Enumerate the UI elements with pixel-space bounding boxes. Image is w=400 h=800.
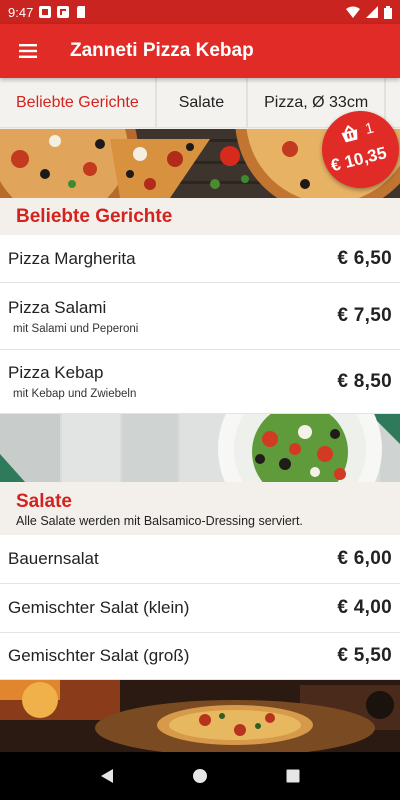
system-nav-bar — [0, 752, 400, 800]
status-bar: 9:47 — [0, 0, 400, 24]
menu-item[interactable]: Bauernsalat € 6,00 — [0, 535, 400, 584]
home-icon[interactable] — [192, 768, 208, 784]
item-text: Pizza Margherita — [8, 249, 136, 269]
signal-icon — [366, 6, 378, 18]
menu-item[interactable]: Pizza Margherita € 6,50 — [0, 235, 400, 283]
recents-icon[interactable] — [285, 768, 301, 784]
app-title: Zanneti Pizza Kebap — [70, 40, 254, 61]
section-title: Salate — [16, 491, 72, 512]
item-name: Pizza Salami — [8, 297, 107, 317]
item-price: € 4,00 — [337, 597, 392, 618]
cellular-app-icon — [39, 6, 52, 18]
menu-button[interactable] — [0, 24, 56, 78]
cart-icon — [341, 124, 358, 143]
menu-item[interactable]: Gemischter Salat (klein) € 4,00 — [0, 584, 400, 633]
app-bar: Zanneti Pizza Kebap — [0, 24, 400, 78]
item-description: mit Kebap und Zwiebeln — [13, 388, 137, 400]
menu-item[interactable]: Pizza Salami mit Salami und Peperoni € 7… — [0, 283, 400, 350]
menu-icon — [19, 44, 37, 58]
cart-count: 1 — [363, 119, 376, 138]
cart-total: € 10,35 — [328, 143, 389, 176]
item-price: € 6,50 — [337, 247, 392, 269]
sd-card-icon — [77, 6, 86, 18]
item-name: Gemischter Salat (klein) — [8, 598, 190, 617]
flipboard-icon — [57, 6, 70, 18]
item-name: Pizza Margherita — [8, 248, 136, 268]
pizza-oven-banner-image — [0, 680, 400, 752]
item-price: € 6,00 — [337, 548, 392, 569]
menu-item[interactable]: Gemischter Salat (groß) € 5,50 — [0, 633, 400, 680]
menu-item[interactable]: Pizza Kebap mit Kebap und Zwiebeln € 8,5… — [0, 350, 400, 414]
salad-banner-image — [0, 414, 400, 482]
item-price: € 8,50 — [337, 370, 392, 392]
item-name: Pizza Kebap — [8, 363, 104, 382]
section-title: Beliebte Gerichte — [16, 205, 173, 227]
section-header-salads: Salate Alle Salate werden mit Balsamico-… — [0, 482, 400, 535]
item-name: Bauernsalat — [8, 549, 99, 568]
tab-salate[interactable]: Salate — [157, 78, 249, 127]
section-header-popular: Beliebte Gerichte — [0, 198, 400, 235]
status-time: 9:47 — [8, 4, 34, 20]
item-name: Gemischter Salat (groß) — [8, 646, 190, 665]
item-price: € 7,50 — [337, 305, 392, 326]
tab-beliebte-gerichte[interactable]: Beliebte Gerichte — [0, 78, 157, 127]
section-description: Alle Salate werden mit Balsamico-Dressin… — [16, 514, 303, 528]
item-description: mit Salami und Peperoni — [13, 322, 139, 335]
battery-icon — [384, 5, 392, 19]
item-text: Pizza Kebap mit Kebap und Zwiebeln — [8, 363, 136, 400]
back-icon[interactable] — [99, 768, 115, 784]
item-price: € 5,50 — [337, 645, 392, 666]
item-text: Pizza Salami mit Salami und Peperoni — [8, 298, 138, 335]
wifi-icon — [346, 6, 360, 18]
